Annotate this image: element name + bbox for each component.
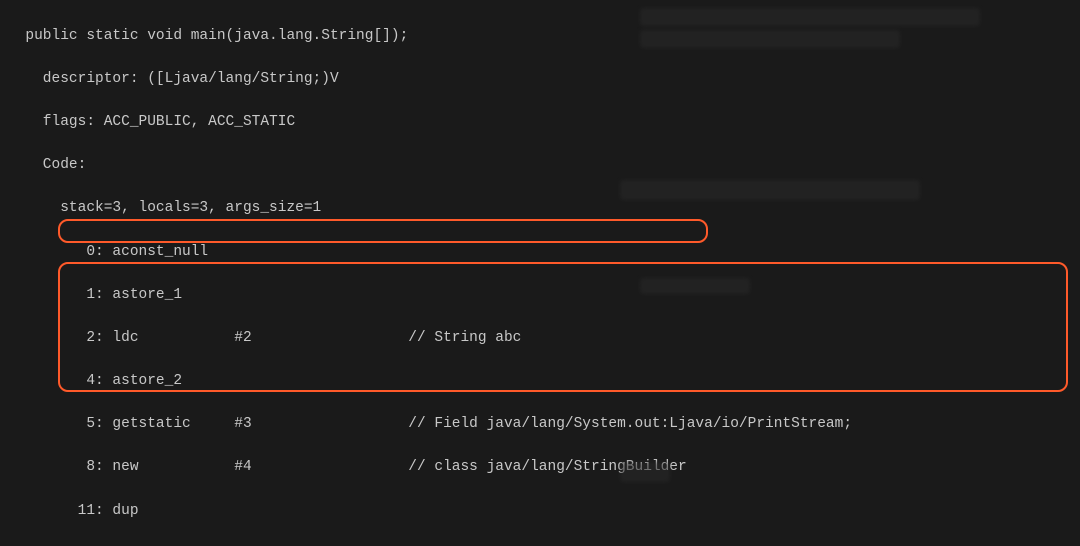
bytecode-listing: public static void main(java.lang.String… [0, 0, 1080, 546]
code-line: 11: dup [8, 501, 1080, 523]
code-line: public static void main(java.lang.String… [8, 26, 1080, 48]
code-line: 1: astore_1 [8, 285, 1080, 307]
ghost-text [640, 8, 980, 26]
ghost-text [640, 30, 900, 48]
code-line: 4: astore_2 [8, 371, 1080, 393]
code-line: 0: aconst_null [8, 242, 1080, 264]
code-line: 2: ldc #2 // String abc [8, 328, 1080, 350]
ghost-heading [620, 180, 920, 200]
code-line: Code: [8, 155, 1080, 177]
ghost-heading [620, 462, 670, 482]
code-line: stack=3, locals=3, args_size=1 [8, 198, 1080, 220]
ghost-text [640, 278, 750, 294]
code-line: 5: getstatic #3 // Field java/lang/Syste… [8, 414, 1080, 436]
code-line: flags: ACC_PUBLIC, ACC_STATIC [8, 112, 1080, 134]
code-line: descriptor: ([Ljava/lang/String;)V [8, 69, 1080, 91]
code-line: 8: new #4 // class java/lang/StringBuild… [8, 457, 1080, 479]
